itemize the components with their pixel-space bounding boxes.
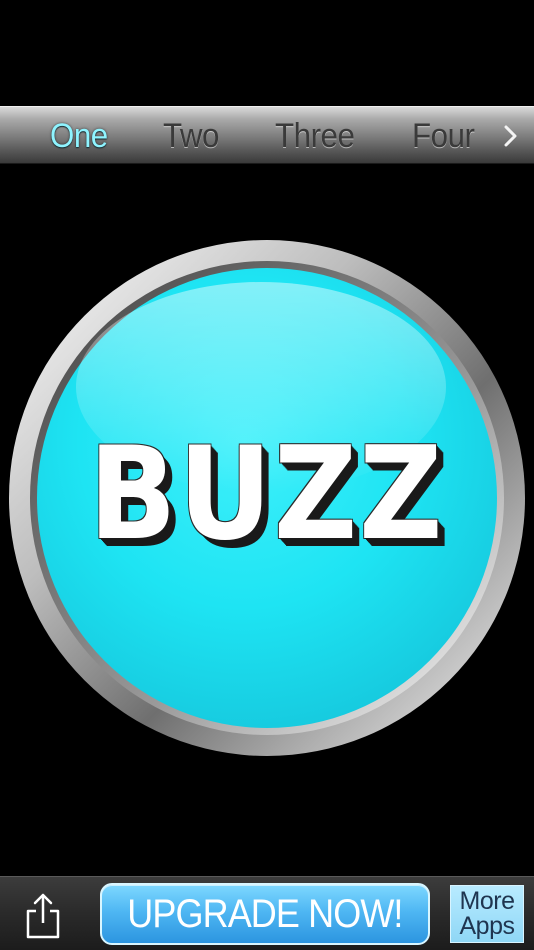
- bottom-toolbar: UPGRADE NOW! More Apps: [0, 876, 534, 950]
- more-apps-label-line1: More: [459, 887, 515, 915]
- upgrade-label: UPGRADE NOW!: [127, 891, 403, 936]
- tab-one[interactable]: One: [50, 117, 108, 155]
- more-apps-label-line2: Apps: [459, 912, 515, 940]
- buzz-button-graphic: [9, 240, 525, 756]
- buzz-button[interactable]: BUZZ: [6, 237, 528, 759]
- tab-bar: One Two Three Four: [0, 106, 534, 164]
- more-apps-button[interactable]: More Apps: [450, 885, 524, 943]
- tab-two[interactable]: Two: [163, 117, 219, 155]
- app-screen: One Two Three Four BUZZ UPGRADE NOW! Mor…: [0, 0, 534, 950]
- chevron-right-icon[interactable]: [500, 121, 522, 151]
- upgrade-now-button[interactable]: UPGRADE NOW!: [100, 883, 430, 945]
- share-icon[interactable]: [22, 891, 64, 941]
- tab-three[interactable]: Three: [275, 117, 355, 155]
- tab-four[interactable]: Four: [412, 117, 475, 155]
